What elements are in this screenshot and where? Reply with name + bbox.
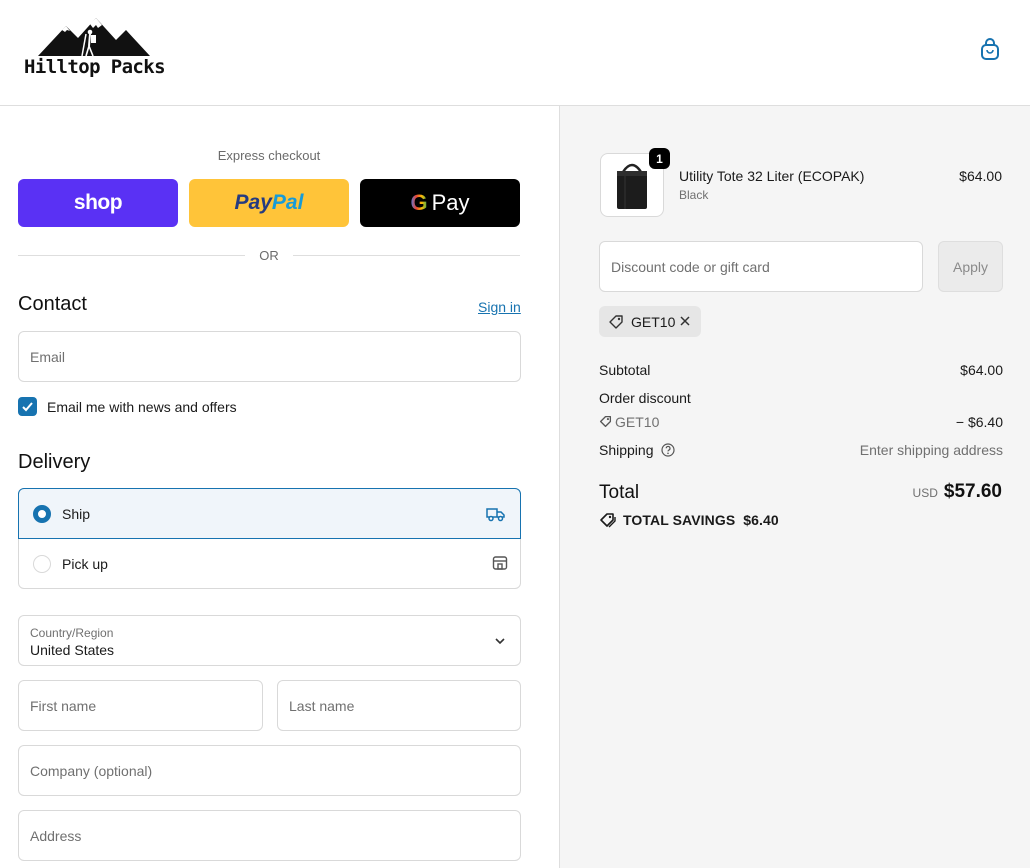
pickup-radio[interactable] — [33, 555, 51, 573]
apply-discount-button[interactable]: Apply — [938, 241, 1003, 292]
site-header: Hilltop Packs — [0, 0, 1030, 106]
ship-radio[interactable] — [33, 505, 51, 523]
paypal-button[interactable]: Pay Pal — [189, 179, 349, 227]
total-value: $57.60 — [943, 481, 1002, 502]
tag-icon — [599, 415, 612, 428]
chevron-down-icon — [495, 638, 505, 645]
checkmark-icon — [22, 402, 33, 412]
savings-label: TOTAL SAVINGS — [623, 512, 736, 528]
applied-discount-chip: GET10 — [599, 306, 701, 337]
shipping-value: Enter shipping address — [859, 442, 1003, 458]
order-discount-label: Order discount — [599, 390, 691, 406]
delivery-option-pickup[interactable]: Pick up — [19, 539, 522, 589]
contact-heading: Contact — [18, 293, 87, 315]
close-icon[interactable] — [678, 314, 692, 328]
ship-label: Ship — [62, 506, 91, 522]
newsletter-label: Email me with news and offers — [47, 399, 237, 415]
shop-pay-button[interactable]: shop — [18, 179, 178, 227]
pickup-label: Pick up — [62, 556, 108, 572]
discount-code-row: GET10 − $6.40 — [599, 414, 1003, 430]
mountain-logo-icon — [38, 18, 150, 57]
address-field[interactable]: Address — [18, 810, 521, 861]
shipping-label: Shipping — [599, 442, 654, 458]
truck-icon — [486, 508, 505, 522]
google-g-icon: G — [410, 190, 428, 215]
subtotal-value: $64.00 — [960, 362, 1003, 378]
quantity-badge: 1 — [649, 148, 670, 169]
paypal-label-pal: Pal — [271, 191, 304, 214]
tags-icon — [600, 513, 616, 528]
email-placeholder: Email — [30, 349, 66, 365]
google-pay-label: Pay — [431, 190, 470, 215]
discount-value: − $6.40 — [955, 414, 1003, 430]
shop-pay-label: shop — [73, 191, 123, 214]
country-region-label: Country/Region — [30, 626, 114, 640]
divider-line — [293, 255, 520, 256]
delivery-option-ship[interactable]: Ship — [18, 488, 521, 539]
first-name-placeholder: First name — [30, 698, 97, 714]
applied-code-label: GET10 — [631, 314, 676, 330]
company-placeholder: Company (optional) — [30, 763, 153, 779]
help-circle-icon[interactable] — [661, 443, 675, 457]
address-placeholder: Address — [30, 828, 82, 844]
total-savings: TOTAL SAVINGS $6.40 — [599, 512, 779, 528]
google-pay-button[interactable]: G Pay — [360, 179, 520, 227]
tag-icon — [609, 315, 623, 329]
newsletter-checkbox[interactable] — [18, 397, 37, 416]
checkout-form: Express checkout shop Pay Pal G Pay OR Con… — [0, 106, 559, 868]
express-checkout-label: Express checkout — [217, 148, 321, 163]
order-summary: 1 Utility Tote 32 Liter (ECOPAK) Black $… — [559, 106, 1030, 868]
product-price: $64.00 — [959, 168, 1002, 184]
savings-value: $6.40 — [743, 512, 779, 528]
country-region-value: United States — [30, 642, 115, 658]
total-label: Total — [599, 482, 640, 503]
logo-text: Hilltop Packs — [24, 56, 166, 78]
order-discount-row: Order discount — [599, 390, 1003, 406]
sign-in-link[interactable]: Sign in — [478, 299, 521, 315]
paypal-label-pay: Pay — [234, 191, 272, 214]
country-region-select[interactable]: Country/Region United States — [18, 615, 521, 666]
delivery-heading: Delivery — [18, 451, 91, 473]
hilltop-packs-logo[interactable]: Hilltop Packs — [22, 16, 167, 82]
cart-button[interactable] — [977, 37, 1003, 63]
product-variant: Black — [679, 188, 709, 202]
discount-code-label: GET10 — [615, 414, 660, 430]
product-title: Utility Tote 32 Liter (ECOPAK) — [679, 168, 865, 184]
shopping-bag-icon — [981, 38, 999, 60]
last-name-placeholder: Last name — [289, 698, 355, 714]
or-divider: OR — [18, 248, 520, 263]
discount-placeholder: Discount code or gift card — [611, 259, 770, 275]
first-name-field[interactable]: First name — [18, 680, 263, 731]
last-name-field[interactable]: Last name — [277, 680, 521, 731]
subtotal-label: Subtotal — [599, 362, 651, 378]
store-icon — [492, 556, 508, 570]
email-field[interactable]: Email — [18, 331, 521, 382]
company-field[interactable]: Company (optional) — [18, 745, 521, 796]
shipping-row: Shipping Enter shipping address — [599, 442, 1003, 458]
subtotal-row: Subtotal $64.00 — [599, 362, 1003, 378]
total-amount: USD $57.60 — [913, 481, 1002, 503]
delivery-method-group: Ship Pick up — [18, 488, 521, 589]
discount-code-input[interactable]: Discount code or gift card — [599, 241, 923, 292]
total-currency: USD — [912, 486, 938, 500]
